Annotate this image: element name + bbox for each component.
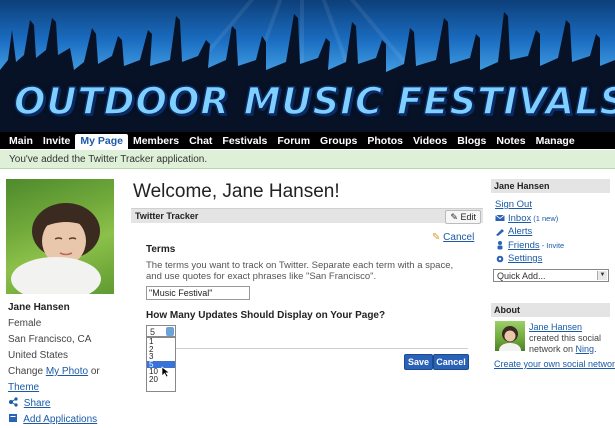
settings-link[interactable]: Settings: [508, 252, 542, 266]
friends-icon: [497, 241, 503, 250]
terms-help-text: The terms you want to track on Twitter. …: [146, 260, 454, 282]
share-row: Share: [8, 396, 126, 412]
profile-country: United States: [8, 350, 69, 361]
theme-link[interactable]: Theme: [8, 382, 39, 393]
settings-gear-icon: [496, 255, 504, 263]
alerts-icon: [496, 228, 504, 236]
twitter-tracker-header: Twitter Tracker ✎ Edit: [131, 208, 483, 224]
my-photo-link[interactable]: My Photo: [46, 366, 88, 377]
profile-info: Jane Hansen Female San Francisco, CA Uni…: [8, 300, 126, 428]
nav-item-festivals[interactable]: Festivals: [217, 134, 272, 149]
updates-count-label: How Many Updates Should Display on Your …: [146, 310, 386, 321]
inbox-link[interactable]: Inbox: [508, 212, 531, 226]
profile-photo[interactable]: [6, 179, 114, 294]
nav-item-blogs[interactable]: Blogs: [452, 134, 491, 149]
ning-link[interactable]: Ning: [576, 344, 595, 354]
cancel-button[interactable]: Cancel: [433, 354, 469, 370]
profile-name: Jane Hansen: [8, 302, 70, 313]
share-icon: [9, 397, 18, 407]
cancel-link[interactable]: Cancel: [443, 232, 474, 243]
nav-item-invite[interactable]: Invite: [38, 134, 75, 149]
add-applications-row: Add Applications: [8, 412, 126, 428]
nav-item-groups[interactable]: Groups: [315, 134, 362, 149]
inbox-count: (1 new): [533, 213, 559, 223]
updates-selected-value: 5: [150, 327, 156, 337]
mouse-cursor-icon: [161, 366, 171, 378]
user-links: Sign Out Inbox (1 new) Alerts Friends - …: [495, 198, 613, 266]
inbox-icon: [495, 214, 505, 222]
profile-gender: Female: [8, 318, 42, 329]
site-banner: OUTDOOR MUSIC FESTIVALS: [0, 0, 615, 132]
main-navigation: Main Invite My Page Members Chat Festivals For…: [0, 132, 615, 149]
updates-count-select[interactable]: 5: [146, 325, 176, 337]
pencil-icon: ✎: [432, 232, 441, 243]
change-prefix: Change: [8, 366, 44, 377]
create-network-link[interactable]: Create your own social network!: [494, 359, 615, 369]
edit-button[interactable]: ✎ Edit: [445, 210, 481, 224]
updates-count-dropdown: 1 2 3 5 10 20: [146, 337, 176, 392]
terms-input[interactable]: [146, 286, 250, 300]
nav-item-notes[interactable]: Notes: [491, 134, 530, 149]
or-text: or: [90, 366, 100, 377]
profile-change-row: Change My Photo or Theme: [8, 364, 126, 396]
banner-title: OUTDOOR MUSIC FESTIVALS: [13, 79, 615, 124]
about-name-link[interactable]: Jane Hansen: [529, 322, 582, 332]
cancel-link-row: ✎ Cancel: [432, 232, 474, 243]
about-text: Jane Hansen created this social network …: [529, 322, 602, 354]
welcome-heading: Welcome, Jane Hansen!: [133, 181, 340, 202]
nav-item-chat[interactable]: Chat: [184, 134, 217, 149]
add-applications-link[interactable]: Add Applications: [23, 414, 97, 425]
about-avatar[interactable]: [495, 321, 525, 351]
terms-label: Terms: [146, 244, 176, 255]
user-box-header: Jane Hansen: [491, 179, 610, 193]
quick-add-value: Quick Add...: [497, 271, 546, 281]
quick-add-select[interactable]: Quick Add... ▼: [493, 269, 609, 282]
alerts-link[interactable]: Alerts: [508, 225, 532, 239]
nav-item-forum[interactable]: Forum: [272, 134, 315, 149]
app-title: Twitter Tracker: [135, 211, 199, 221]
about-box-header: About: [491, 303, 610, 317]
nav-item-members[interactable]: Members: [128, 134, 184, 149]
profile-city: San Francisco, CA: [8, 334, 92, 345]
avatar-image: [499, 326, 521, 351]
sign-out-link[interactable]: Sign Out: [495, 198, 532, 212]
success-notice: You've added the Twitter Tracker applica…: [0, 150, 615, 169]
nav-item-manage[interactable]: Manage: [531, 134, 580, 149]
nav-item-photos[interactable]: Photos: [362, 134, 408, 149]
applications-icon: [9, 414, 17, 422]
profile-photo-image: [11, 203, 101, 294]
nav-item-videos[interactable]: Videos: [408, 134, 452, 149]
nav-items: Main Invite My Page Members Chat Festivals For…: [0, 132, 615, 149]
friends-link[interactable]: Friends: [508, 239, 540, 253]
pencil-icon: ✎: [450, 212, 458, 222]
edit-label: Edit: [460, 212, 476, 222]
select-arrows-icon: [166, 327, 174, 336]
nav-item-my-page[interactable]: My Page: [75, 134, 128, 149]
chevron-down-icon: ▼: [597, 271, 607, 280]
form-divider: [146, 348, 468, 349]
invite-link[interactable]: - Invite: [542, 239, 565, 253]
nav-item-main[interactable]: Main: [4, 134, 38, 149]
save-button[interactable]: Save: [404, 354, 433, 370]
